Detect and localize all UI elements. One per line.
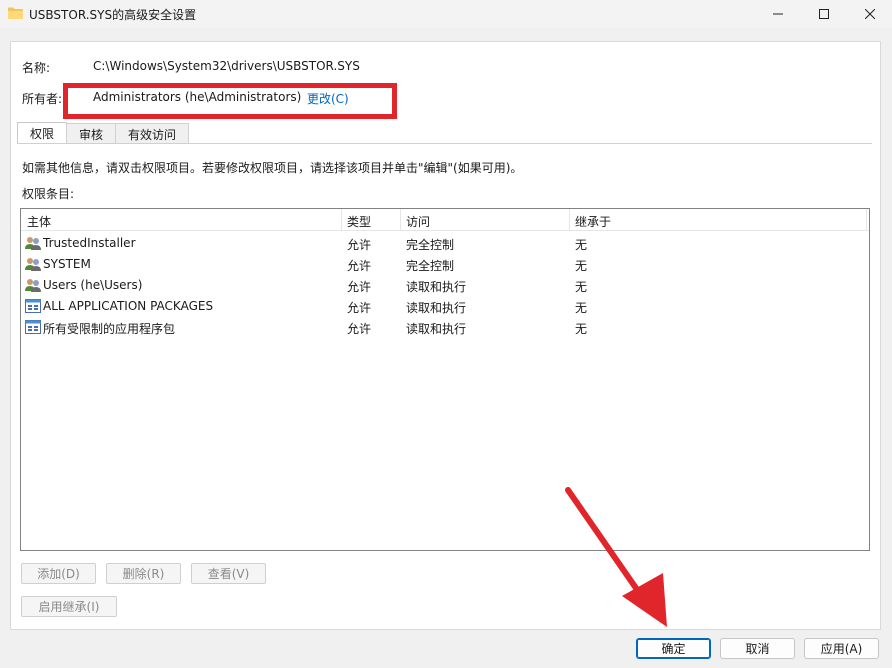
column-separator[interactable] — [400, 209, 401, 231]
app-package-icon — [25, 299, 41, 313]
owner-highlight-box — [63, 83, 397, 119]
tab-auditing[interactable]: 审核 — [66, 123, 117, 144]
row-type: 允许 — [347, 259, 372, 273]
row-inherited: 无 — [575, 238, 588, 252]
list-header: 主体 类型 访问 继承于 — [21, 209, 869, 231]
column-header-access[interactable]: 访问 — [406, 213, 430, 230]
maximize-icon — [819, 9, 829, 19]
enable-inheritance-button[interactable]: 启用继承(I) — [21, 596, 117, 617]
row-type: 允许 — [347, 238, 372, 252]
row-principal: 所有受限制的应用程序包 — [43, 322, 176, 336]
folder-icon — [8, 7, 23, 19]
maximize-button[interactable] — [801, 0, 847, 28]
column-separator[interactable] — [569, 209, 570, 231]
row-inherited: 无 — [575, 301, 588, 315]
cancel-button[interactable]: 取消 — [720, 638, 795, 659]
apply-button[interactable]: 应用(A) — [804, 638, 879, 659]
table-row[interactable]: 所有受限制的应用程序包 允许 读取和执行 无 — [21, 317, 869, 338]
tab-divider — [17, 143, 872, 144]
view-button[interactable]: 查看(V) — [191, 563, 266, 584]
ok-button[interactable]: 确定 — [636, 638, 711, 659]
column-header-type[interactable]: 类型 — [347, 213, 371, 230]
row-access: 完全控制 — [406, 238, 455, 252]
table-row[interactable]: TrustedInstaller 允许 完全控制 无 — [21, 233, 869, 254]
table-row[interactable]: Users (he\Users) 允许 读取和执行 无 — [21, 275, 869, 296]
security-panel: 名称: C:\Windows\System32\drivers\USBSTOR.… — [10, 41, 881, 630]
row-type: 允许 — [347, 322, 372, 336]
row-access: 读取和执行 — [406, 280, 467, 294]
info-text: 如需其他信息，请双击权限项目。若要修改权限项目，请选择该项目并单击"编辑"(如果… — [22, 161, 523, 175]
row-type: 允许 — [347, 280, 372, 294]
row-inherited: 无 — [575, 259, 588, 273]
minimize-icon — [773, 13, 783, 15]
title-bar: USBSTOR.SYS的高级安全设置 — [0, 0, 892, 28]
row-inherited: 无 — [575, 322, 588, 336]
row-access: 完全控制 — [406, 259, 455, 273]
close-icon — [865, 9, 875, 19]
column-header-principal[interactable]: 主体 — [27, 213, 51, 230]
row-type: 允许 — [347, 301, 372, 315]
tab-bar: 权限 审核 有效访问 — [17, 122, 190, 144]
app-package-icon — [25, 320, 41, 334]
remove-button[interactable]: 删除(R) — [106, 563, 181, 584]
close-button[interactable] — [847, 0, 892, 28]
row-inherited: 无 — [575, 280, 588, 294]
user-group-icon — [25, 279, 41, 292]
column-separator[interactable] — [866, 209, 867, 231]
column-header-inherited-from[interactable]: 继承于 — [575, 213, 611, 230]
row-principal: Users (he\Users) — [43, 278, 143, 292]
column-separator[interactable] — [341, 209, 342, 231]
row-principal: TrustedInstaller — [43, 236, 136, 250]
permission-entries-list[interactable]: 主体 类型 访问 继承于 TrustedInstaller 允许 完全控制 无 — [20, 208, 870, 551]
row-access: 读取和执行 — [406, 301, 467, 315]
tab-permissions[interactable]: 权限 — [17, 122, 68, 144]
table-row[interactable]: ALL APPLICATION PACKAGES 允许 读取和执行 无 — [21, 296, 869, 317]
window-title: USBSTOR.SYS的高级安全设置 — [29, 8, 197, 22]
row-principal: SYSTEM — [43, 257, 91, 271]
minimize-button[interactable] — [755, 0, 801, 28]
add-button[interactable]: 添加(D) — [21, 563, 96, 584]
name-value: C:\Windows\System32\drivers\USBSTOR.SYS — [93, 59, 360, 73]
row-principal: ALL APPLICATION PACKAGES — [43, 299, 214, 313]
permission-entries-label: 权限条目: — [22, 187, 75, 201]
user-group-icon — [25, 237, 41, 250]
row-access: 读取和执行 — [406, 322, 467, 336]
user-group-icon — [25, 258, 41, 271]
name-label: 名称: — [22, 61, 51, 75]
tab-effective-access[interactable]: 有效访问 — [115, 123, 190, 144]
table-row[interactable]: SYSTEM 允许 完全控制 无 — [21, 254, 869, 275]
owner-label: 所有者: — [22, 92, 63, 106]
